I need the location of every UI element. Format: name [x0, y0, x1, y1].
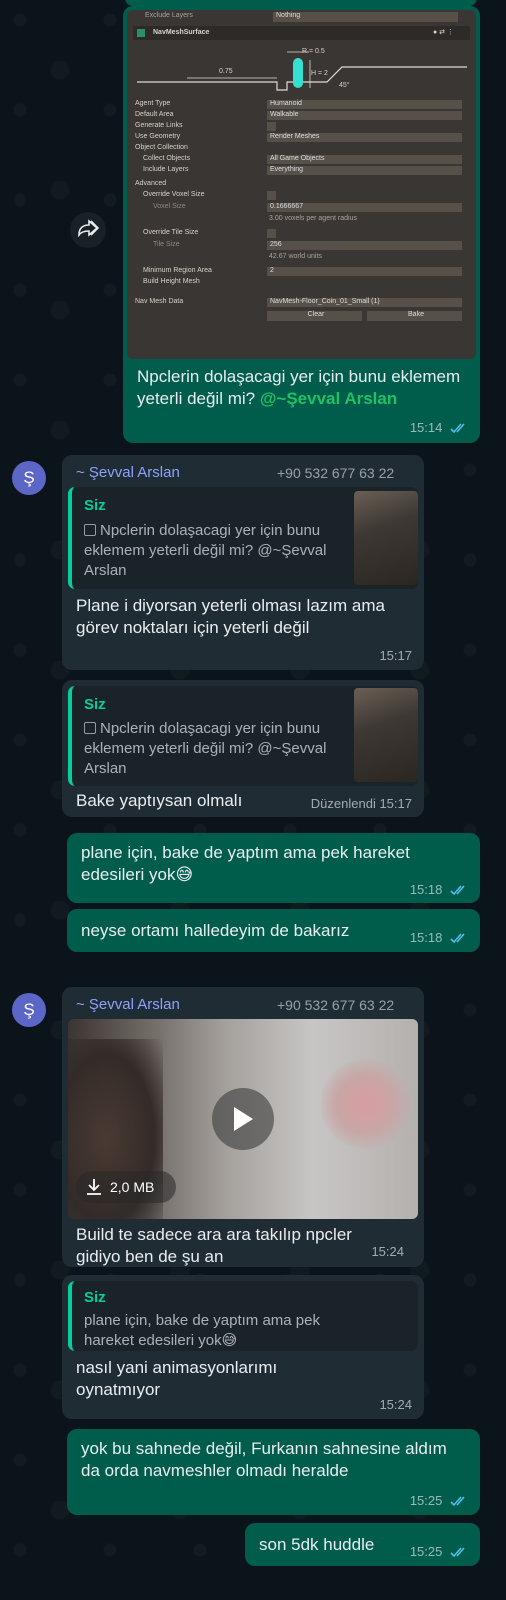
quote-text: plane için, bake de yaptım ama pek harek…	[84, 1312, 320, 1349]
outgoing-message-bubble[interactable]: Exclude Layers Nothing NavMeshSurface ● …	[123, 6, 480, 443]
video-size: 2,0 MB	[110, 1179, 155, 1195]
message-time: 15:25	[410, 1493, 468, 1508]
message-time: Düzenlendi 15:17	[310, 796, 412, 811]
message-time: 15:25	[410, 1544, 468, 1559]
download-icon	[87, 1179, 101, 1195]
header-value: Nothing	[276, 12, 301, 19]
download-button[interactable]: 2,0 MB	[76, 1171, 176, 1203]
message-time: 15:18	[410, 882, 468, 897]
incoming-message-bubble[interactable]: Siz plane için, bake de yaptım ama pek h…	[62, 1275, 424, 1419]
read-receipt-icon	[450, 1547, 465, 1558]
quote-text: Npclerin dolaşacagi yer için bunu ekleme…	[84, 522, 327, 579]
component-header: NavMeshSurface ● ⇄ ⋮	[133, 26, 470, 40]
read-receipt-icon	[450, 885, 465, 896]
video-blur-flower	[320, 1059, 410, 1149]
quoted-message[interactable]: Siz Npclerin dolaşacagi yer için bunu ek…	[68, 487, 418, 589]
sender-phone: +90 532 677 63 22	[277, 465, 395, 481]
quote-thumbnail	[354, 491, 418, 585]
mention-link[interactable]: @~Şevval Arslan	[260, 389, 397, 408]
quote-author: Siz	[84, 497, 106, 514]
incoming-video-message[interactable]: ~ Şevval Arslan +90 532 677 63 22 2,0 MB…	[62, 987, 424, 1267]
message-text: plane için, bake de yaptım ama pek harek…	[81, 843, 410, 884]
message-text: son 5dk huddle	[259, 1535, 375, 1554]
bake-button: Bake	[367, 311, 462, 321]
outgoing-message-bubble[interactable]: plane için, bake de yaptım ama pek harek…	[67, 833, 480, 903]
forward-icon	[77, 218, 100, 242]
outgoing-message-bubble[interactable]: yok bu sahnede değil, Furkanın sahnesine…	[67, 1429, 480, 1515]
component-menu-icon: ● ⇄ ⋮	[433, 29, 454, 36]
read-receipt-icon	[450, 933, 465, 944]
message-time: 15:24	[379, 1397, 412, 1412]
quoted-message[interactable]: Siz plane için, bake de yaptım ama pek h…	[68, 1281, 418, 1351]
diagram-width: 0.75	[219, 68, 233, 75]
incoming-message-bubble[interactable]: Siz Npclerin dolaşacagi yer için bunu ek…	[62, 680, 424, 817]
message-time: 15:17	[379, 648, 412, 663]
incoming-message-bubble[interactable]: ~ Şevval Arslan +90 532 677 63 22 Siz Np…	[62, 455, 424, 670]
unity-screenshot-image[interactable]: Exclude Layers Nothing NavMeshSurface ● …	[127, 10, 476, 359]
message-time: 15:18	[410, 930, 468, 945]
message-text: Npclerin dolaşacagi yer için bunu ekleme…	[137, 367, 461, 408]
quote-text: Npclerin dolaşacagi yer için bunu ekleme…	[84, 720, 327, 777]
message-text: Plane i diyorsan yeterli olması lazım am…	[76, 596, 385, 637]
image-icon	[84, 524, 96, 536]
read-receipt-icon	[450, 423, 465, 434]
sender-name[interactable]: ~ Şevval Arslan	[76, 464, 180, 481]
read-receipt-icon	[450, 1496, 465, 1507]
quoted-message[interactable]: Siz Npclerin dolaşacagi yer için bunu ek…	[68, 686, 418, 786]
message-text: Bake yaptıysan olmalı	[76, 791, 243, 810]
forward-button[interactable]	[70, 212, 106, 248]
quote-author: Siz	[84, 696, 106, 713]
image-icon	[84, 722, 96, 734]
diagram-height: H = 2	[311, 70, 328, 77]
inspector-rows: Agent Type Humanoid Default Area Walkable …	[133, 100, 470, 323]
outgoing-message-bubble[interactable]: neyse ortamı halledeyim de bakarız 15:18	[67, 909, 480, 952]
outgoing-message-bubble[interactable]: son 5dk huddle 15:25	[245, 1523, 480, 1566]
quote-author: Siz	[84, 1289, 106, 1306]
play-icon	[234, 1107, 253, 1131]
quote-thumbnail	[354, 688, 418, 782]
clear-button: Clear	[267, 311, 362, 321]
header-label: Exclude Layers	[145, 12, 193, 19]
edited-label: Düzenlendi	[310, 796, 376, 811]
diagram-angle: 45°	[339, 82, 350, 89]
video-thumbnail[interactable]: 2,0 MB	[68, 1019, 418, 1219]
sender-name[interactable]: ~ Şevval Arslan	[76, 996, 180, 1013]
message-time: 15:14	[410, 420, 468, 435]
message-text: nasıl yani animasyonlarımı oynatmıyor	[76, 1358, 278, 1399]
component-title: NavMeshSurface	[153, 29, 210, 36]
message-text: neyse ortamı halledeyim de bakarız	[81, 921, 350, 940]
avatar[interactable]: Ş	[12, 461, 46, 495]
checkbox-icon	[137, 29, 145, 37]
sender-phone: +90 532 677 63 22	[277, 997, 395, 1013]
play-button[interactable]	[212, 1088, 274, 1150]
message-time: 15:24	[371, 1244, 404, 1259]
avatar[interactable]: Ş	[12, 993, 46, 1027]
diagram-radius: R = 0.5	[302, 48, 325, 55]
message-text: yok bu sahnede değil, Furkanın sahnesine…	[81, 1439, 447, 1480]
message-text: Build te sadece ara ara takılıp npcler g…	[76, 1225, 352, 1266]
